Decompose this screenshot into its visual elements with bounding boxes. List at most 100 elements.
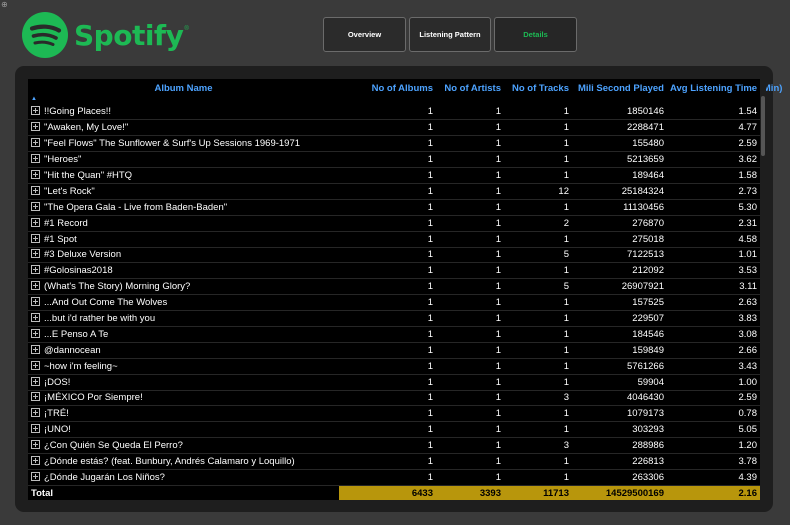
ms-played-cell: 2288471 [572, 119, 667, 137]
album-name-cell: (What's The Story) Morning Glory? [28, 278, 339, 296]
album-name-cell: "Feel Flows" The Sunflower & Surf's Up S… [28, 135, 339, 153]
tracks-cell: 1 [504, 342, 572, 359]
album-name: ¡UNO! [44, 424, 71, 436]
column-header-tracks[interactable]: No of Tracks [504, 79, 572, 98]
expand-plus-icon[interactable] [31, 249, 40, 259]
albums-cell: 1 [339, 199, 436, 216]
table-row[interactable]: "The Opera Gala - Live from Baden-Baden"… [28, 199, 760, 216]
artists-cell: 1 [436, 453, 504, 470]
album-name-cell: ...And Out Come The Wolves [28, 294, 339, 312]
tab-listening-pattern[interactable]: Listening Pattern [409, 17, 491, 52]
avg-time-cell: 5.05 [667, 421, 760, 439]
ms-played-cell: 1079173 [572, 405, 667, 423]
expand-plus-icon[interactable] [31, 138, 40, 148]
table-row[interactable]: ¿Dónde estás? (feat. Bunbury, Andrés Cal… [28, 453, 760, 470]
table-row[interactable]: "Let's Rock" 1 1 12 25184324 2.73 [28, 183, 760, 200]
ms-played-cell: 155480 [572, 135, 667, 153]
table-row[interactable]: (What's The Story) Morning Glory? 1 1 5 2690… [28, 278, 760, 296]
expand-plus-icon[interactable] [31, 392, 40, 402]
brand-name: Spotify [74, 18, 184, 52]
table-row[interactable]: "Awaken, My Love!" 1 1 1 2288471 4.77 [28, 119, 760, 137]
tab-details[interactable]: Details [494, 17, 577, 52]
expand-plus-icon[interactable] [31, 440, 40, 450]
expand-plus-icon[interactable] [31, 297, 40, 307]
expand-plus-icon[interactable] [31, 471, 40, 481]
expand-plus-icon[interactable] [31, 265, 40, 275]
table-row[interactable]: "Feel Flows" The Sunflower & Surf's Up S… [28, 135, 760, 153]
table-row[interactable]: ...E Penso A Te 1 1 1 184546 3.08 [28, 326, 760, 343]
table-row[interactable]: ¡DOS! 1 1 1 59904 1.00 [28, 374, 760, 391]
tracks-cell: 1 [504, 405, 572, 423]
artists-cell: 1 [436, 262, 504, 280]
album-name: "Feel Flows" The Sunflower & Surf's Up S… [44, 138, 301, 150]
table-row[interactable]: #3 Deluxe Version 1 1 5 7122513 1.01 [28, 247, 760, 264]
table-row[interactable]: ¡TRÉ! 1 1 1 1079173 0.78 [28, 405, 760, 423]
artists-cell: 1 [436, 183, 504, 200]
table-row[interactable]: @dannocean 1 1 1 159849 2.66 [28, 342, 760, 359]
table-row[interactable]: #Golosinas2018 1 1 1 212092 3.53 [28, 262, 760, 280]
table-row[interactable]: "Heroes" 1 1 1 5213659 3.62 [28, 151, 760, 169]
avg-time-cell: 2.63 [667, 294, 760, 312]
total-avg-time: 2.16 [667, 485, 760, 501]
expand-plus-icon[interactable] [31, 185, 40, 195]
column-header-avg-time[interactable]: Avg Listening Time (Min) [667, 79, 782, 98]
album-name: #Golosinas2018 [44, 265, 113, 277]
avg-time-cell: 3.08 [667, 326, 760, 343]
total-ms-played: 14529500169 [572, 485, 667, 501]
table-row[interactable]: ...but i'd rather be with you 1 1 1 229507 3.… [28, 310, 760, 327]
expand-plus-icon[interactable] [31, 456, 40, 466]
album-name: !!Going Places!! [44, 106, 112, 118]
ms-played-cell: 159849 [572, 342, 667, 359]
total-tracks: 11713 [504, 485, 572, 501]
table-row[interactable]: #1 Record 1 1 2 276870 2.31 [28, 215, 760, 232]
artists-cell: 1 [436, 374, 504, 391]
tab-overview[interactable]: Overview [323, 17, 406, 52]
column-header-ms-played[interactable]: Mili Second Played [572, 79, 667, 98]
ms-played-cell: 11130456 [572, 199, 667, 216]
column-header-artists[interactable]: No of Artists [436, 79, 504, 98]
expand-plus-icon[interactable] [31, 376, 40, 386]
table-row[interactable]: ...And Out Come The Wolves 1 1 1 157525 2.63 [28, 294, 760, 312]
avg-time-cell: 0.78 [667, 405, 760, 423]
avg-time-cell: 1.01 [667, 247, 760, 264]
expand-plus-icon[interactable] [31, 360, 40, 370]
column-header-albums[interactable]: No of Albums [339, 79, 436, 98]
expand-plus-icon[interactable] [31, 328, 40, 338]
table-row[interactable]: ¡MÉXICO Por Siempre! 1 1 3 4046430 2.59 [28, 390, 760, 407]
albums-cell: 1 [339, 104, 436, 121]
table-row[interactable]: #1 Spot 1 1 1 275018 4.58 [28, 231, 760, 248]
expand-plus-icon[interactable] [31, 424, 40, 434]
expand-plus-icon[interactable] [31, 122, 40, 132]
ms-played-cell: 5761266 [572, 358, 667, 375]
album-name: ...And Out Come The Wolves [44, 297, 168, 309]
table-row[interactable]: ¿Con Quién Se Queda El Perro? 1 1 3 288986 1.… [28, 437, 760, 455]
table-row[interactable]: "Hit the Quan" #HTQ 1 1 1 189464 1.58 [28, 167, 760, 184]
expand-plus-icon[interactable] [31, 344, 40, 354]
expand-plus-icon[interactable] [31, 201, 40, 211]
avg-time-cell: 3.53 [667, 262, 760, 280]
expand-plus-icon[interactable] [31, 313, 40, 323]
expand-plus-icon[interactable] [31, 233, 40, 243]
sort-ascending-icon[interactable]: ▲ [31, 96, 37, 102]
table-row[interactable]: ¿Dónde Jugarán Los Niños? 1 1 1 263306 4.39 [28, 469, 760, 486]
artists-cell: 1 [436, 104, 504, 121]
expand-plus-icon[interactable] [31, 154, 40, 164]
column-header-album-name[interactable]: Album Name ▲ [28, 79, 339, 102]
expand-plus-icon[interactable] [31, 106, 40, 116]
avg-time-cell: 3.83 [667, 310, 760, 327]
tracks-cell: 1 [504, 469, 572, 486]
table-row[interactable]: ¡UNO! 1 1 1 303293 5.05 [28, 421, 760, 439]
expand-plus-icon[interactable] [31, 281, 40, 291]
expand-plus-icon[interactable] [31, 408, 40, 418]
expand-plus-icon[interactable] [31, 170, 40, 179]
table-row[interactable]: ~how i'm feeling~ 1 1 1 5761266 3.43 [28, 358, 760, 375]
album-name: "Hit the Quan" #HTQ [44, 170, 133, 181]
total-row: Total 6433 3393 11713 14529500169 2.16 [28, 485, 760, 501]
albums-cell: 1 [339, 358, 436, 375]
album-table: Album Name ▲ No of Albums No of Artists … [28, 79, 782, 501]
artists-cell: 1 [436, 135, 504, 153]
ms-played-cell: 1850146 [572, 104, 667, 121]
table-row[interactable]: !!Going Places!! 1 1 1 1850146 1.54 [28, 104, 760, 121]
scrollbar-thumb[interactable] [761, 96, 765, 156]
expand-plus-icon[interactable] [31, 217, 40, 227]
